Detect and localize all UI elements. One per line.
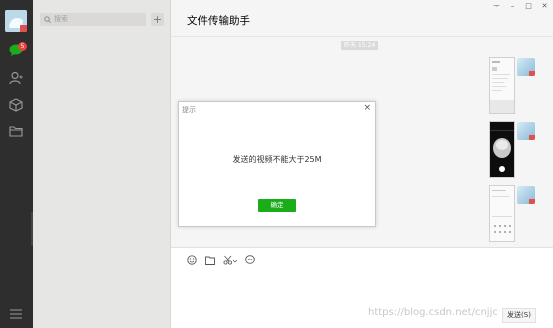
dialog-close-icon[interactable]: ×	[363, 103, 371, 113]
chat-title: 文件传输助手	[187, 15, 250, 27]
emoji-icon[interactable]	[187, 255, 197, 265]
minimize-icon[interactable]: –	[508, 2, 517, 11]
window-controls: ᅮ – □ ✕	[492, 2, 549, 11]
confirm-button[interactable]: 确定	[258, 199, 296, 212]
menu-icon[interactable]	[8, 306, 24, 322]
video-message[interactable]	[489, 121, 515, 178]
sender-avatar[interactable]	[517, 186, 535, 204]
pin-icon[interactable]: ᅮ	[492, 2, 501, 11]
scissors-icon[interactable]	[223, 255, 237, 265]
files-folder-icon[interactable]	[8, 123, 24, 139]
alert-dialog: 提示 × 发送的视频不能大于25M 确定	[178, 101, 376, 227]
sender-avatar[interactable]	[517, 58, 535, 76]
message-timestamp: 昨天 15:24	[341, 41, 379, 50]
send-button[interactable]: 发送(S)	[502, 308, 536, 323]
image-message[interactable]	[489, 185, 515, 242]
add-chat-button[interactable]: +	[151, 13, 164, 26]
watermark: https://blog.csdn.net/cnjjc	[368, 307, 498, 318]
search-placeholder: 搜索	[54, 15, 68, 23]
message-input-area[interactable]: https://blog.csdn.net/cnjjc 发送(S)	[171, 248, 553, 328]
close-icon[interactable]: ✕	[540, 2, 549, 11]
user-avatar[interactable]	[5, 10, 27, 32]
search-icon	[44, 16, 51, 23]
maximize-icon[interactable]: □	[524, 2, 533, 11]
favorites-cube-icon[interactable]	[8, 97, 24, 113]
chat-history-icon[interactable]	[245, 255, 255, 265]
header-divider	[171, 36, 553, 37]
unread-badge: 5	[18, 42, 27, 51]
sender-avatar[interactable]	[517, 122, 535, 140]
dialog-message: 发送的视频不能大于25M	[232, 155, 322, 164]
input-toolbar	[187, 255, 255, 265]
dialog-title: 提示	[182, 106, 196, 114]
conversation-list: 搜索 +	[33, 0, 171, 328]
folder-icon[interactable]	[205, 255, 215, 265]
nav-sidebar: 5	[0, 0, 33, 328]
image-message[interactable]	[489, 57, 515, 114]
search-input[interactable]: 搜索	[40, 13, 146, 26]
contacts-icon[interactable]	[8, 70, 24, 86]
